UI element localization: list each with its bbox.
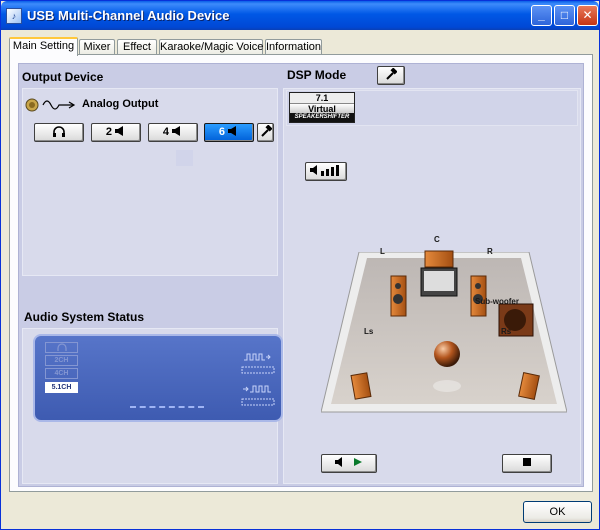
headphone-icon [53,126,65,137]
output-device-heading: Output Device [22,70,104,84]
title-bar[interactable]: ♪ USB Multi-Channel Audio Device _ □ ✕ [1,1,599,30]
analog-output-label: Analog Output [82,98,159,110]
speaker-config-tool-button[interactable] [257,123,274,142]
speaker-label-right: R [487,247,493,256]
digital-in-icon [241,385,275,406]
badge-top-label: 7.1 [290,93,354,103]
minimize-button[interactable]: _ [531,5,552,26]
hammer-icon [260,124,273,137]
virtual-speakershifter-badge[interactable]: 7.1 Virtual SPEAKERSHIFTER [289,92,355,123]
two-channel-button[interactable]: 2 [91,123,141,142]
window-title: USB Multi-Channel Audio Device [27,8,230,23]
two-channel-label: 2 [105,126,113,138]
tab-main-setting[interactable]: Main Setting [9,37,78,56]
output-device-panel [22,88,278,276]
tab-karaoke-magic-voice[interactable]: Karaoke/Magic Voice [159,39,263,55]
speaker-label-center: C [434,235,440,244]
focus-marker [176,150,193,166]
maximize-button[interactable]: □ [554,5,575,26]
four-channel-button[interactable]: 4 [148,123,198,142]
speaker-icon [115,126,124,136]
close-button[interactable]: ✕ [577,5,598,26]
six-channel-label: 6 [218,126,226,138]
headphone-icon [56,343,67,351]
status-2ch-indicator: 2CH [45,355,78,366]
six-channel-button[interactable]: 6 [204,123,254,142]
stop-icon [523,458,531,466]
speaker-label-left-surround: Ls [364,327,374,336]
status-level-bar [130,406,204,408]
hammer-icon [386,67,398,80]
analog-output-icon [25,98,76,112]
status-51ch-indicator: 5.1CH [45,382,78,393]
tab-information[interactable]: Information [265,39,322,55]
ok-button[interactable]: OK [523,501,592,523]
badge-bottom-label: SPEAKERSHIFTER [290,113,354,122]
app-icon: ♪ [6,8,22,24]
speaker-label-left: L [380,247,385,256]
four-channel-label: 4 [162,126,170,138]
audio-status-heading: Audio System Status [24,310,145,324]
speaker-play-icon [335,457,362,467]
dsp-mode-tool-button[interactable] [377,66,405,85]
dsp-mode-heading: DSP Mode [287,68,347,82]
settings-surface: Output Device Analog Output 2 4 6 Audio … [18,63,584,487]
status-headphone-indicator [45,342,78,353]
volume-bars-icon [310,165,339,176]
status-4ch-indicator: 4CH [45,368,78,379]
digital-out-icon [241,353,275,374]
tab-mixer[interactable]: Mixer [79,39,115,55]
speaker-layout [350,250,540,400]
speaker-test-play-button[interactable] [321,454,377,473]
tab-effect[interactable]: Effect [117,39,157,55]
main-setting-panel: Output Device Analog Output 2 4 6 Audio … [9,54,593,492]
stop-button[interactable] [502,454,552,473]
audio-status-display: 2CH 4CH 5.1CH [33,334,283,422]
headphone-button[interactable] [34,123,84,142]
app-window: ♪ USB Multi-Channel Audio Device _ □ ✕ M… [0,0,600,530]
speaker-icon [172,126,181,136]
speaker-label-right-surround: Rs [501,327,512,336]
speaker-volume-button[interactable] [305,162,347,181]
speaker-icon [228,126,237,136]
badge-middle-label: Virtual [290,103,354,114]
speaker-label-subwoofer: Sub-woofer [475,297,519,306]
